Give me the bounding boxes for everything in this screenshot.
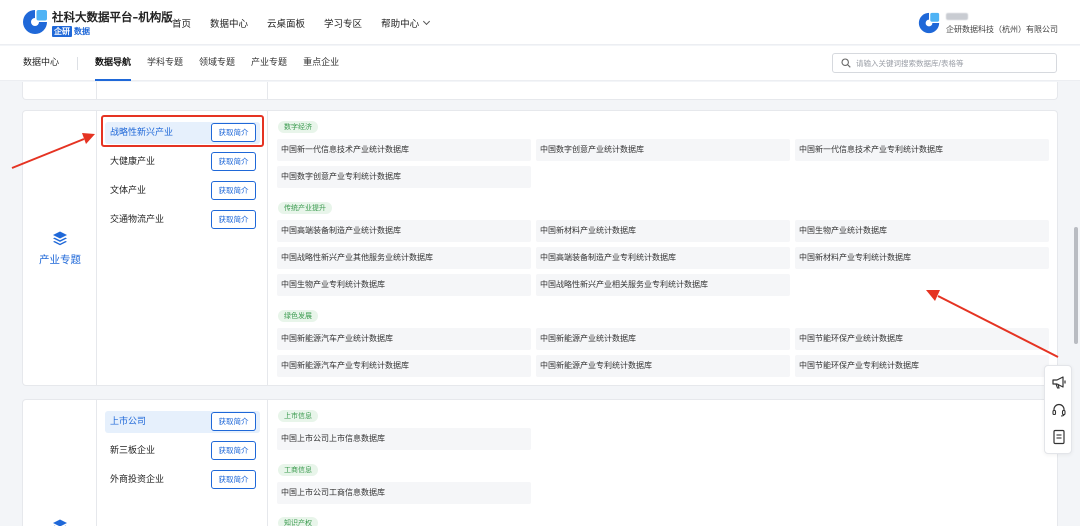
search-input[interactable]: [856, 55, 1051, 71]
category-foreign-investment[interactable]: 外商投资企业 获取简介: [105, 469, 260, 491]
tab-domain-topics[interactable]: 领域专题: [199, 46, 235, 81]
group-tag-traditional-upgrade: 传统产业提升: [278, 202, 332, 214]
group-tag-intellectual-property: 知识产权: [278, 517, 318, 526]
category-strategic-emerging[interactable]: 战略性新兴产业 获取简介: [105, 122, 260, 144]
category-neeq[interactable]: 新三板企业 获取简介: [105, 440, 260, 462]
nav-home[interactable]: 首页: [172, 16, 191, 30]
database-link[interactable]: 中国新材料产业专利统计数据库: [795, 247, 1049, 269]
search-icon: [841, 58, 851, 68]
floating-toolbar: [1044, 365, 1072, 454]
nav-help-center[interactable]: 帮助中心: [381, 16, 431, 30]
brand-badge-suffix: 数据: [74, 26, 90, 36]
get-intro-button[interactable]: 获取简介: [211, 441, 256, 460]
database-link[interactable]: 中国高端装备制造产业专利统计数据库: [536, 247, 790, 269]
tab-key-enterprises[interactable]: 重点企业: [303, 46, 339, 81]
industry-section-label: 产业专题: [39, 254, 81, 266]
enterprise-database-panel: 上市信息 中国上市公司上市信息数据库 工商信息 中国上市公司工商信息数据库 知识…: [269, 400, 1057, 526]
get-intro-button[interactable]: 获取简介: [211, 470, 256, 489]
database-link[interactable]: 中国新材料产业统计数据库: [536, 220, 790, 242]
category-name: 新三板企业: [110, 446, 156, 456]
page-scrollbar[interactable]: [1072, 82, 1080, 526]
database-link[interactable]: 中国上市公司上市信息数据库: [277, 428, 531, 450]
database-link[interactable]: 中国新能源汽车产业专利统计数据库: [277, 355, 531, 377]
layers-icon: [53, 231, 67, 246]
category-transport-logistics[interactable]: 交通物流产业 获取简介: [105, 209, 260, 231]
group-tag-green-development: 绿色发展: [278, 310, 318, 322]
sub-tabs: 数据导航 学科专题 领域专题 产业专题 重点企业: [95, 46, 355, 81]
database-link[interactable]: 中国新一代信息技术产业统计数据库: [277, 139, 531, 161]
database-link[interactable]: 中国新能源汽车产业统计数据库: [277, 328, 531, 350]
nav-data-center[interactable]: 数据中心: [210, 16, 248, 30]
category-name: 战略性新兴产业: [110, 128, 174, 138]
category-name: 上市公司: [110, 417, 147, 427]
group-tag-business-info: 工商信息: [278, 464, 318, 476]
divider: [77, 57, 78, 70]
get-intro-button[interactable]: 获取简介: [211, 210, 256, 229]
category-culture-sports[interactable]: 文体产业 获取简介: [105, 180, 260, 202]
industry-topic-card: 产业专题 战略性新兴产业 获取简介 大健康产业 获取简介 文体产业 获取简介 交…: [22, 110, 1058, 386]
database-link[interactable]: 中国新一代信息技术产业专利统计数据库: [795, 139, 1049, 161]
enterprise-topic-card: 上市公司 获取简介 新三板企业 获取简介 外商投资企业 获取简介 上市信息 中国…: [22, 399, 1058, 526]
brand-badge: 企研: [52, 25, 72, 37]
tab-subject-topics[interactable]: 学科专题: [147, 46, 183, 81]
database-link[interactable]: 中国高端装备制造产业统计数据库: [277, 220, 531, 242]
database-link[interactable]: 中国数字创意产业专利统计数据库: [277, 166, 531, 188]
database-link[interactable]: 中国战略性新兴产业其他服务业统计数据库: [277, 247, 531, 269]
database-link[interactable]: 中国数字创意产业统计数据库: [536, 139, 790, 161]
database-link[interactable]: 中国生物产业统计数据库: [795, 220, 1049, 242]
database-link[interactable]: 中国节能环保产业统计数据库: [795, 328, 1049, 350]
tab-industry-topics[interactable]: 产业专题: [251, 46, 287, 81]
nav-learning[interactable]: 学习专区: [324, 16, 362, 30]
previous-card-bottom: [22, 82, 1058, 100]
platform-logo-icon[interactable]: [22, 9, 48, 35]
enterprise-section-header: [23, 400, 97, 526]
main-nav: 首页 数据中心 云桌面板 学习专区 帮助中心: [172, 0, 448, 45]
get-intro-button[interactable]: 获取简介: [211, 412, 256, 431]
database-link[interactable]: 中国新能源产业专利统计数据库: [536, 355, 790, 377]
scrollbar-thumb[interactable]: [1074, 227, 1078, 344]
category-name: 外商投资企业: [110, 475, 165, 485]
category-listed-companies[interactable]: 上市公司 获取简介: [105, 411, 260, 433]
category-health[interactable]: 大健康产业 获取简介: [105, 151, 260, 173]
column-divider: [96, 82, 97, 99]
nav-help-label: 帮助中心: [381, 18, 420, 30]
nav-cloud-desktop[interactable]: 云桌面板: [267, 16, 305, 30]
document-icon[interactable]: [1051, 429, 1067, 445]
user-org-logo-icon[interactable]: [918, 12, 940, 34]
group-tag-listing-info: 上市信息: [278, 410, 318, 422]
industry-database-panel: 数字经济 中国新一代信息技术产业统计数据库 中国数字创意产业统计数据库 中国新一…: [269, 111, 1057, 385]
headset-icon[interactable]: [1051, 402, 1067, 418]
database-link[interactable]: 中国新能源产业统计数据库: [536, 328, 790, 350]
get-intro-button[interactable]: 获取简介: [211, 123, 256, 142]
enterprise-category-list: 上市公司 获取简介 新三板企业 获取简介 外商投资企业 获取简介: [97, 400, 268, 526]
industry-category-list: 战略性新兴产业 获取简介 大健康产业 获取简介 文体产业 获取简介 交通物流产业…: [97, 111, 268, 385]
platform-title[interactable]: 社科大数据平台–机构版: [52, 9, 173, 25]
layers-icon: [53, 519, 67, 526]
chevron-down-icon: [423, 17, 431, 25]
database-link[interactable]: 中国生物产业专利统计数据库: [277, 274, 531, 296]
top-header: 社科大数据平台–机构版 企研 数据 首页 数据中心 云桌面板 学习专区 帮助中心…: [0, 0, 1080, 45]
database-link[interactable]: 中国战略性新兴产业相关服务业专利统计数据库: [536, 274, 790, 296]
column-divider: [267, 82, 268, 99]
brand-subtitle: 企研 数据: [52, 25, 90, 37]
get-intro-button[interactable]: 获取简介: [211, 181, 256, 200]
group-tag-digital-economy: 数字经济: [278, 121, 318, 133]
category-name: 交通物流产业: [110, 215, 165, 225]
category-name: 文体产业: [110, 186, 147, 196]
database-link[interactable]: 中国节能环保产业专利统计数据库: [795, 355, 1049, 377]
get-intro-button[interactable]: 获取简介: [211, 152, 256, 171]
user-name-redacted: [946, 13, 968, 20]
megaphone-icon[interactable]: [1051, 374, 1067, 390]
sub-nav-bar: 数据中心 数据导航 学科专题 领域专题 产业专题 重点企业: [0, 46, 1080, 81]
database-link[interactable]: 中国上市公司工商信息数据库: [277, 482, 531, 504]
industry-section-header: 产业专题: [23, 111, 97, 385]
category-name: 大健康产业: [110, 157, 156, 167]
data-center-label[interactable]: 数据中心: [23, 46, 59, 81]
search-box[interactable]: [832, 53, 1057, 73]
tab-data-navigation[interactable]: 数据导航: [95, 46, 132, 81]
user-company[interactable]: 企研数据科技（杭州）有限公司: [946, 24, 1058, 35]
